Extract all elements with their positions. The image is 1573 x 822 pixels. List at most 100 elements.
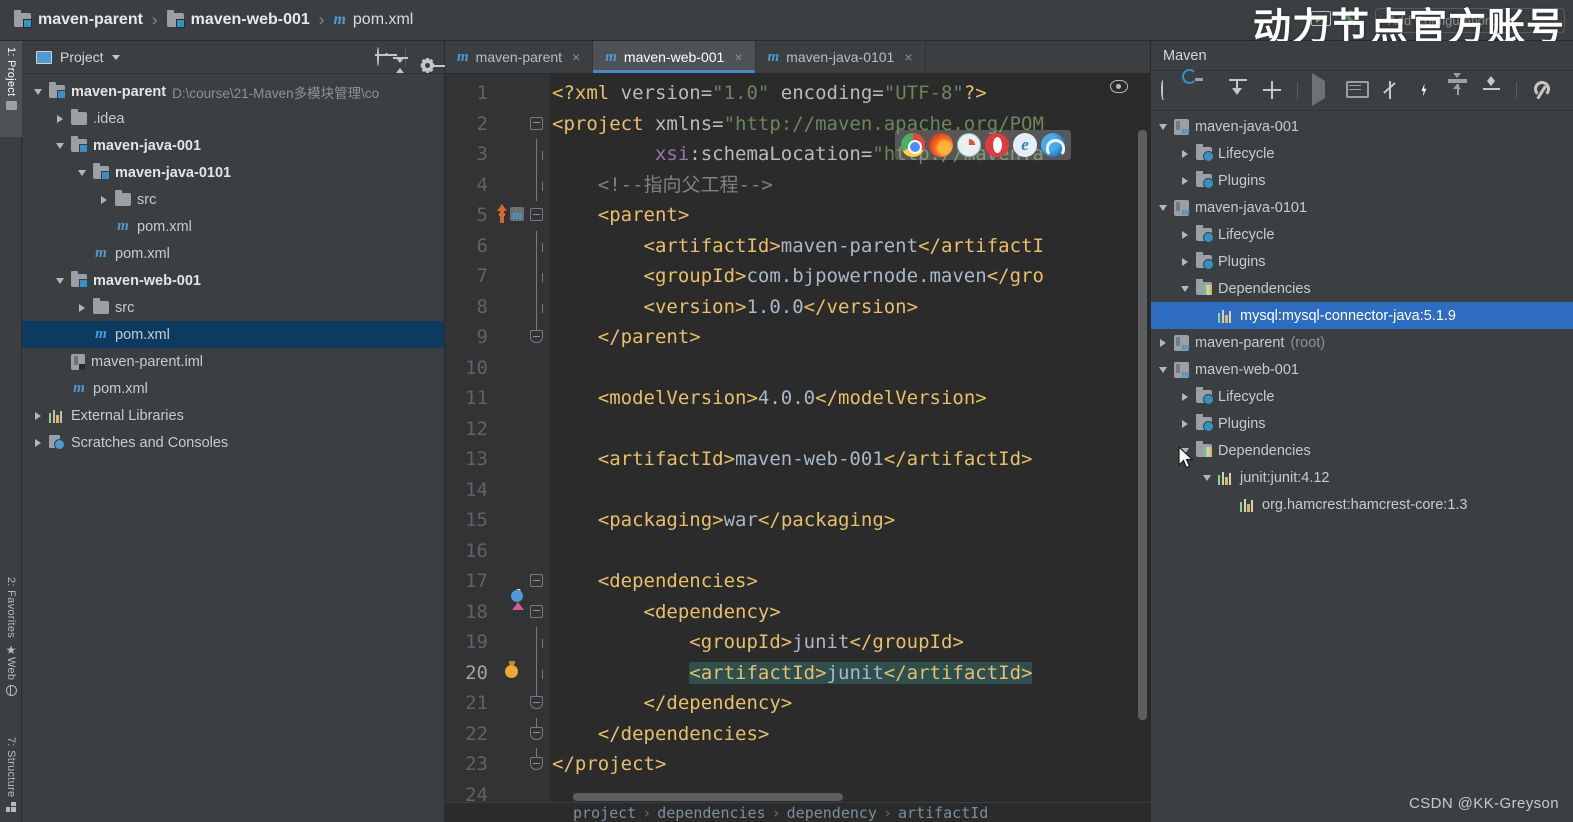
- project-tree-item[interactable]: maven-java-001: [22, 132, 444, 159]
- chevron-right-icon[interactable]: [1179, 420, 1190, 428]
- project-tree-item[interactable]: maven-parent D:\course\21-Maven多模块管理\co: [22, 78, 444, 105]
- breadcrumb-item-maven-web-001[interactable]: maven-web-001: [166, 10, 310, 29]
- code-line[interactable]: </project>: [550, 749, 1150, 780]
- code-fold-marker[interactable]: [530, 574, 544, 588]
- collapse-all-icon[interactable]: [1482, 75, 1502, 101]
- chevron-right-icon[interactable]: [1179, 231, 1190, 239]
- breadcrumb-item-pom-xml[interactable]: m pom.xml: [333, 11, 413, 29]
- code-line[interactable]: <parent>: [550, 200, 1150, 231]
- code-fold-marker[interactable]: [530, 748, 544, 771]
- editor-horizontal-scrollbar[interactable]: [573, 793, 843, 801]
- line-number-gutter[interactable]: 1 2 3 4 5 m 6 7 8 9 10 11 12 13 14 15 16 17 18 0 19 20 21 22 23 2…: [445, 74, 550, 822]
- project-tree-item[interactable]: src: [22, 186, 444, 213]
- code-line[interactable]: <dependency>: [550, 597, 1150, 628]
- editor-breadcrumb-item[interactable]: project: [573, 804, 636, 822]
- chevron-right-icon[interactable]: [98, 196, 109, 204]
- code-viewport[interactable]: 1 2 3 4 5 m 6 7 8 9 10 11 12 13 14 15 16 17 18 0 19 20 21 22 23 2…: [445, 74, 1150, 822]
- internet-explorer-icon[interactable]: e: [1013, 133, 1037, 157]
- code-line[interactable]: [550, 414, 1150, 445]
- chevron-down-icon[interactable]: [32, 89, 43, 95]
- project-tree-item[interactable]: .idea: [22, 105, 444, 132]
- editor-breadcrumb-item[interactable]: artifactId: [898, 804, 988, 822]
- chevron-down-icon[interactable]: [54, 278, 65, 284]
- code-fold-marker[interactable]: [530, 321, 544, 344]
- code-fold-marker[interactable]: [536, 169, 546, 201]
- code-fold-marker[interactable]: [536, 657, 546, 689]
- chevron-right-icon[interactable]: [32, 439, 43, 447]
- code-line[interactable]: </dependency>: [550, 688, 1150, 719]
- project-tree-item[interactable]: src: [22, 294, 444, 321]
- maven-tree-item[interactable]: Dependencies: [1151, 275, 1573, 302]
- chevron-down-icon[interactable]: [111, 54, 120, 60]
- chevron-down-icon[interactable]: [1201, 475, 1212, 481]
- code-line[interactable]: <groupId>com.bjpowernode.maven</gro: [550, 261, 1150, 292]
- chevron-down-icon[interactable]: [1157, 205, 1168, 211]
- build-hammer-icon[interactable]: [1343, 11, 1365, 31]
- project-tree-item[interactable]: m pom.xml: [22, 321, 444, 348]
- add-configuration-button[interactable]: Add Configuration...: [1375, 8, 1565, 33]
- edge-icon[interactable]: [1041, 133, 1065, 157]
- chevron-down-icon[interactable]: [1157, 367, 1168, 373]
- tab-maven-java-0101[interactable]: m maven-java-0101 ×: [756, 41, 926, 73]
- project-tree-item[interactable]: maven-parent.iml: [22, 348, 444, 375]
- maven-tree-item[interactable]: mysql:mysql-connector-java:5.1.9: [1151, 302, 1573, 329]
- sidebar-item-web[interactable]: Web: [0, 651, 22, 731]
- code-line[interactable]: <artifactId>maven-web-001</artifactId>: [550, 444, 1150, 475]
- firefox-icon[interactable]: [929, 133, 953, 157]
- sidebar-item-structure[interactable]: 7: Structure: [0, 731, 22, 822]
- chevron-right-icon[interactable]: [76, 304, 87, 312]
- code-fold-marker[interactable]: [536, 627, 546, 658]
- code-line[interactable]: <modelVersion>4.0.0</modelVersion>: [550, 383, 1150, 414]
- code-fold-marker[interactable]: [536, 261, 546, 292]
- maven-tree-item[interactable]: maven-web-001: [1151, 356, 1573, 383]
- breadcrumb[interactable]: maven-parent › maven-web-001 › m pom.xml: [14, 10, 413, 30]
- code-content[interactable]: <?xml version="1.0" encoding="UTF-8"?> <p…: [550, 74, 1150, 822]
- safari-icon[interactable]: [957, 133, 981, 157]
- code-line[interactable]: <dependencies>: [550, 566, 1150, 597]
- maven-tree-item[interactable]: Lifecycle: [1151, 221, 1573, 248]
- maven-tree-item[interactable]: junit:junit:4.12: [1151, 464, 1573, 491]
- toggle-skip-tests-icon[interactable]: [1380, 81, 1400, 101]
- chevron-down-icon[interactable]: [76, 170, 87, 176]
- maven-tree-item[interactable]: org.hamcrest:hamcrest-core:1.3: [1151, 491, 1573, 518]
- code-line[interactable]: [550, 536, 1150, 567]
- code-fold-marker[interactable]: [530, 208, 544, 222]
- close-icon[interactable]: ×: [734, 49, 742, 65]
- tab-maven-web-001[interactable]: m maven-web-001 ×: [593, 41, 756, 73]
- editor-breadcrumb[interactable]: project › dependencies › dependency › artifact…: [445, 802, 1150, 822]
- maven-tree-item[interactable]: Plugins: [1151, 248, 1573, 275]
- download-sources-icon[interactable]: [1229, 78, 1249, 101]
- chevron-right-icon[interactable]: [54, 115, 65, 123]
- reload-icon[interactable]: [1161, 78, 1181, 101]
- chevron-right-icon[interactable]: [1179, 150, 1190, 158]
- maven-tree-item[interactable]: Plugins: [1151, 410, 1573, 437]
- chevron-right-icon[interactable]: [1179, 177, 1190, 185]
- code-line[interactable]: [550, 475, 1150, 506]
- maven-settings-wrench-icon[interactable]: [1531, 81, 1551, 101]
- code-line[interactable]: <!--指向父工程-->: [550, 170, 1150, 201]
- maven-tree-item[interactable]: Lifecycle: [1151, 383, 1573, 410]
- project-tree-item[interactable]: maven-java-0101: [22, 159, 444, 186]
- maven-tree-item[interactable]: maven-java-001: [1151, 113, 1573, 140]
- opera-icon[interactable]: [985, 133, 1009, 157]
- code-fold-marker[interactable]: [530, 116, 544, 131]
- chrome-icon[interactable]: [901, 133, 925, 157]
- execute-goal-icon[interactable]: [1346, 81, 1366, 101]
- code-line[interactable]: </dependencies>: [550, 719, 1150, 750]
- editor-breadcrumb-item[interactable]: dependency: [787, 804, 877, 822]
- code-fold-marker[interactable]: [536, 291, 546, 323]
- chevron-down-icon[interactable]: [1179, 448, 1190, 454]
- editor-tab-bar[interactable]: m maven-parent × m maven-web-001 × m maven-java…: [445, 41, 1150, 74]
- code-fold-marker[interactable]: [530, 717, 544, 741]
- toggle-offline-icon[interactable]: [1414, 81, 1434, 101]
- tab-maven-parent[interactable]: m maven-parent ×: [445, 41, 594, 73]
- code-line[interactable]: [550, 353, 1150, 384]
- browser-popup[interactable]: e: [895, 130, 1071, 160]
- code-fold-marker[interactable]: [530, 604, 544, 619]
- code-fold-marker[interactable]: [530, 687, 544, 710]
- project-tree-item[interactable]: Scratches and Consoles: [22, 429, 444, 456]
- preview-eye-icon[interactable]: [1110, 80, 1128, 93]
- breadcrumb-item-maven-parent[interactable]: maven-parent: [14, 10, 143, 29]
- code-line[interactable]: <?xml version="1.0" encoding="UTF-8"?>: [550, 78, 1150, 109]
- maven-tree-item[interactable]: maven-java-0101: [1151, 194, 1573, 221]
